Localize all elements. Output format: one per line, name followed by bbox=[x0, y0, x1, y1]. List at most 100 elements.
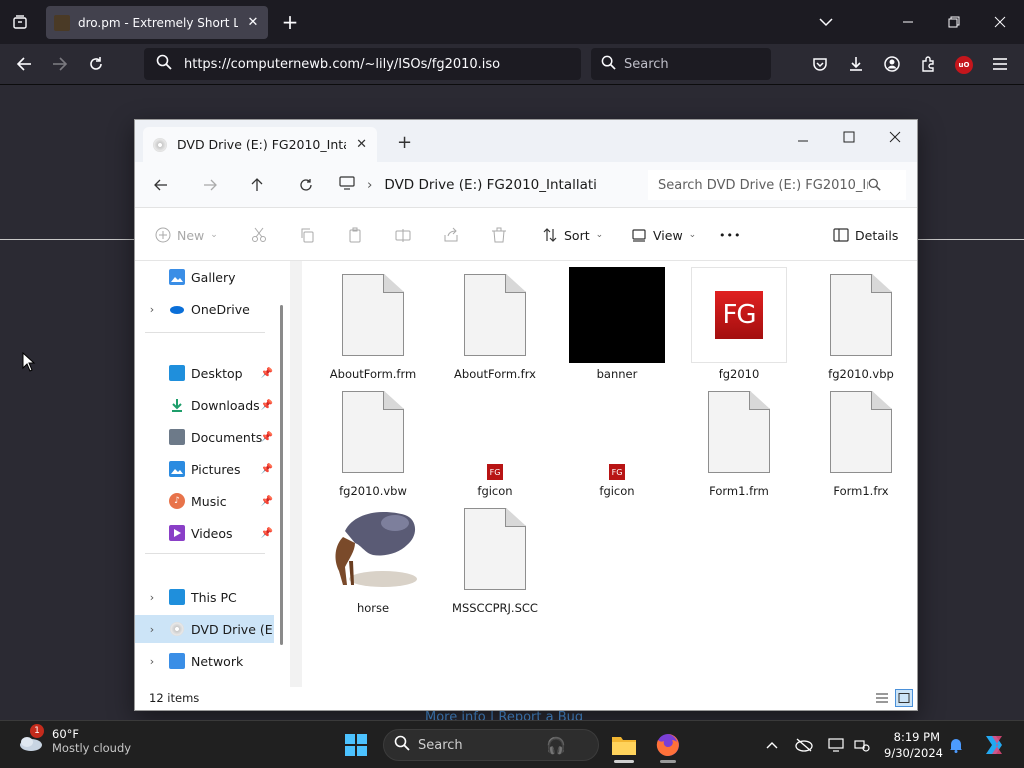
sidebar-item-this-pc[interactable]: › This PC bbox=[135, 583, 275, 611]
back-arrow-icon[interactable] bbox=[14, 54, 34, 74]
close-tab-icon[interactable]: ✕ bbox=[246, 15, 260, 30]
taskbar-search-box[interactable]: 🎧 bbox=[383, 729, 599, 761]
web-search-input[interactable] bbox=[624, 56, 754, 72]
explorer-title-bar: DVD Drive (E:) FG2010_Intallati ✕ + bbox=[135, 120, 917, 162]
address-bar[interactable]: https://computernewb.com/~lily/ISOs/fg20… bbox=[144, 48, 581, 80]
network-status-icon[interactable] bbox=[852, 735, 872, 755]
copy-icon[interactable] bbox=[299, 222, 315, 248]
sidebar-item-gallery[interactable]: Gallery bbox=[135, 263, 275, 291]
view-button[interactable]: View ⌄ bbox=[631, 222, 696, 248]
sidebar-item-downloads[interactable]: Downloads 📌 bbox=[135, 391, 275, 419]
ublock-origin-icon[interactable]: uO bbox=[954, 55, 974, 75]
sidebar-item-dvd-drive[interactable]: › DVD Drive (E:) FG2010_Intallati bbox=[135, 615, 274, 643]
new-tab-icon[interactable]: + bbox=[280, 10, 300, 34]
close-window-icon[interactable] bbox=[990, 12, 1010, 32]
forward-arrow-icon[interactable] bbox=[50, 54, 70, 74]
weather-widget[interactable]: 1 60°F Mostly cloudy bbox=[16, 724, 131, 755]
chevron-right-icon[interactable]: › bbox=[135, 591, 169, 604]
mouse-cursor-icon bbox=[22, 351, 36, 376]
rename-icon[interactable] bbox=[395, 222, 411, 248]
sidebar-item-network[interactable]: › Network bbox=[135, 647, 275, 675]
windows-logo-icon bbox=[345, 734, 367, 756]
file-explorer-window: DVD Drive (E:) FG2010_Intallati ✕ + bbox=[134, 119, 918, 711]
sidebar-item-onedrive[interactable]: › OneDrive bbox=[135, 295, 275, 323]
file-item[interactable]: Form1.frx bbox=[806, 384, 916, 499]
new-button[interactable]: New ⌄ bbox=[155, 222, 218, 248]
extensions-icon[interactable] bbox=[918, 54, 938, 74]
sort-button[interactable]: Sort ⌄ bbox=[542, 222, 603, 248]
details-button[interactable]: Details bbox=[833, 222, 898, 248]
delete-icon[interactable] bbox=[491, 222, 507, 248]
hamburger-menu-icon[interactable] bbox=[990, 54, 1010, 74]
file-item[interactable]: fg2010.vbw bbox=[318, 384, 428, 499]
explorer-search-input[interactable] bbox=[658, 177, 868, 193]
tab-list-icon[interactable] bbox=[10, 12, 30, 32]
search-icon bbox=[394, 735, 410, 755]
refresh-icon[interactable] bbox=[292, 172, 320, 198]
display-icon[interactable] bbox=[826, 735, 846, 755]
chevron-right-icon[interactable]: › bbox=[135, 655, 169, 668]
close-window-icon[interactable] bbox=[889, 128, 901, 147]
file-item[interactable]: Form1.frm bbox=[684, 384, 794, 499]
breadcrumb[interactable]: › DVD Drive (E:) FG2010_Intallati bbox=[339, 170, 609, 200]
chevron-right-icon[interactable]: › bbox=[135, 303, 169, 316]
explorer-tab-active[interactable]: DVD Drive (E:) FG2010_Intallati ✕ bbox=[143, 127, 377, 162]
firefox-taskbar-button[interactable] bbox=[650, 727, 686, 763]
share-icon[interactable] bbox=[443, 222, 459, 248]
fg-icon-small: FG bbox=[609, 464, 625, 480]
forward-arrow-icon[interactable] bbox=[196, 172, 224, 198]
large-icons-view-icon[interactable] bbox=[895, 689, 913, 707]
maximize-window-icon[interactable] bbox=[843, 128, 855, 147]
taskbar-search-input[interactable] bbox=[418, 737, 538, 753]
system-clock[interactable]: 8:19 PM 9/30/2024 bbox=[884, 729, 943, 761]
minimize-window-icon[interactable] bbox=[797, 132, 809, 151]
status-bar: 12 items bbox=[135, 687, 917, 710]
paste-icon[interactable] bbox=[347, 222, 363, 248]
sidebar-item-documents[interactable]: Documents 📌 bbox=[135, 423, 275, 451]
explorer-search-box[interactable] bbox=[648, 170, 906, 200]
file-item[interactable]: banner bbox=[562, 267, 672, 382]
file-item[interactable]: fg2010.vbp bbox=[806, 267, 916, 382]
file-item[interactable]: FG fgicon bbox=[440, 384, 550, 499]
chevron-down-icon[interactable] bbox=[816, 12, 836, 32]
sidebar-item-music[interactable]: ♪ Music 📌 bbox=[135, 487, 275, 515]
more-options-button[interactable]: ••• bbox=[719, 222, 741, 248]
copilot-icon[interactable] bbox=[980, 731, 1008, 759]
chevron-right-icon[interactable]: › bbox=[135, 623, 169, 636]
dvd-drive-icon bbox=[169, 621, 185, 637]
file-explorer-taskbar-button[interactable] bbox=[606, 727, 642, 763]
pin-icon: 📌 bbox=[260, 527, 273, 539]
sidebar-item-pictures[interactable]: Pictures 📌 bbox=[135, 455, 275, 483]
account-icon[interactable] bbox=[882, 54, 902, 74]
sidebar-item-label: Downloads bbox=[191, 397, 260, 413]
start-button[interactable] bbox=[338, 727, 374, 763]
sidebar-item-desktop[interactable]: Desktop 📌 bbox=[135, 359, 275, 387]
pictures-icon bbox=[169, 461, 185, 477]
notification-bell-icon[interactable] bbox=[946, 735, 966, 755]
new-tab-icon[interactable]: + bbox=[397, 132, 412, 153]
file-item[interactable]: horse bbox=[318, 501, 428, 616]
cut-icon[interactable] bbox=[251, 222, 267, 248]
reload-icon[interactable] bbox=[86, 54, 106, 74]
file-item[interactable]: AboutForm.frm bbox=[318, 267, 428, 382]
show-hidden-icons-chevron-up-icon[interactable] bbox=[762, 735, 782, 755]
nav-scrollbar[interactable] bbox=[280, 305, 283, 645]
file-item[interactable]: FG fgicon bbox=[562, 384, 672, 499]
details-view-icon[interactable] bbox=[873, 689, 891, 707]
horse-thumbnail bbox=[325, 501, 421, 597]
downloads-icon[interactable] bbox=[846, 54, 866, 74]
file-item[interactable]: AboutForm.frx bbox=[440, 267, 550, 382]
minimize-window-icon[interactable] bbox=[898, 12, 918, 32]
file-item[interactable]: MSSCCPRJ.SCC bbox=[440, 501, 550, 616]
close-tab-icon[interactable]: ✕ bbox=[356, 137, 367, 152]
sidebar-item-videos[interactable]: Videos 📌 bbox=[135, 519, 275, 547]
web-search-box[interactable] bbox=[591, 48, 771, 80]
up-arrow-icon[interactable] bbox=[243, 172, 271, 198]
file-item[interactable]: FG fg2010 bbox=[684, 267, 794, 382]
pocket-icon[interactable] bbox=[810, 54, 830, 74]
restore-window-icon[interactable] bbox=[944, 12, 964, 32]
back-arrow-icon[interactable] bbox=[147, 172, 175, 198]
browser-tab-active[interactable]: dro.pm - Extremely Short Links ✕ bbox=[46, 6, 268, 39]
onedrive-offline-icon[interactable] bbox=[794, 735, 814, 755]
fg-icon-small: FG bbox=[487, 464, 503, 480]
